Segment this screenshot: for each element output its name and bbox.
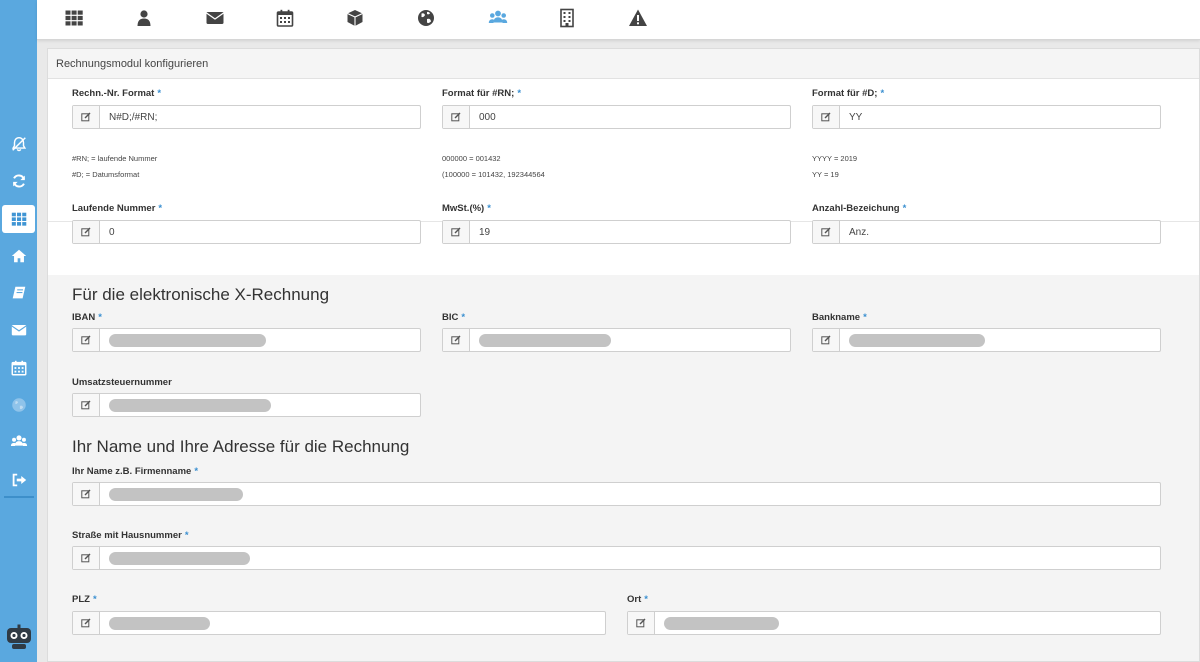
- edit-icon: [73, 106, 100, 128]
- edit-icon: [813, 329, 840, 351]
- ort-redacted: [664, 617, 779, 630]
- name-redacted: [109, 488, 243, 501]
- hint-rn: #RN; = laufende Nummer: [72, 154, 158, 163]
- users-icon[interactable]: [0, 428, 37, 456]
- edit-icon: [73, 483, 100, 505]
- iban-field[interactable]: [72, 328, 421, 352]
- iban-redacted: [109, 334, 266, 347]
- apps-grid-icon[interactable]: [2, 205, 35, 233]
- strasse-field[interactable]: [72, 546, 1161, 570]
- mwst-input[interactable]: 19: [470, 227, 490, 238]
- envelope-icon[interactable]: [202, 7, 228, 29]
- format-d-field[interactable]: YY: [812, 105, 1161, 129]
- hint-yyyy: YYYY = 2019: [812, 154, 858, 163]
- robot-logo-icon: [7, 624, 31, 649]
- sidebar: [0, 0, 37, 662]
- hint-rn-example: 000000 = 001432: [442, 154, 501, 163]
- ort-field[interactable]: [627, 611, 1161, 635]
- sidebar-divider: [4, 496, 34, 498]
- bell-slash-icon[interactable]: [0, 130, 37, 158]
- bankname-field[interactable]: [812, 328, 1161, 352]
- edit-icon: [73, 394, 100, 416]
- edit-icon: [813, 106, 840, 128]
- mwst-label: MwSt.(%) *: [442, 203, 491, 214]
- section-name-adresse: Ihr Name und Ihre Adresse für die Rechnu…: [72, 437, 410, 456]
- iban-label: IBAN *: [72, 312, 102, 323]
- anzahl-field[interactable]: Anz.: [812, 220, 1161, 244]
- strasse-redacted: [109, 552, 250, 565]
- calendar-icon[interactable]: [0, 354, 37, 382]
- bic-field[interactable]: [442, 328, 791, 352]
- edit-icon: [443, 221, 470, 243]
- plz-redacted: [109, 617, 210, 630]
- ust-label: Umsatzsteuernummer: [72, 377, 172, 388]
- edit-icon: [443, 329, 470, 351]
- plz-field[interactable]: [72, 611, 606, 635]
- globe-icon[interactable]: [413, 7, 439, 29]
- edit-icon: [73, 329, 100, 351]
- envelope-icon[interactable]: [0, 316, 37, 344]
- bankname-redacted: [849, 334, 985, 347]
- anzahl-input[interactable]: Anz.: [840, 227, 869, 238]
- mwst-field[interactable]: 19: [442, 220, 791, 244]
- edit-icon: [443, 106, 470, 128]
- hint-rn-example-2: (100000 = 101432, 192344564: [442, 170, 545, 179]
- name-field[interactable]: [72, 482, 1161, 506]
- refresh-icon[interactable]: [0, 167, 37, 195]
- book-icon[interactable]: [0, 279, 37, 307]
- calendar-icon[interactable]: [272, 7, 298, 29]
- edit-icon: [73, 547, 100, 569]
- name-label: Ihr Name z.B. Firmenname *: [72, 466, 199, 477]
- rn-format-field[interactable]: N#D;/#RN;: [72, 105, 421, 129]
- user-icon[interactable]: [131, 7, 157, 29]
- top-navigation: [37, 0, 1200, 40]
- panel-header: Rechnungsmodul konfigurieren: [48, 49, 1199, 79]
- strasse-label: Straße mit Hausnummer *: [72, 530, 189, 541]
- laufende-nummer-field[interactable]: 0: [72, 220, 421, 244]
- users-icon[interactable]: [485, 7, 511, 29]
- edit-icon: [73, 221, 100, 243]
- hint-d: #D; = Datumsformat: [72, 170, 140, 179]
- rn-format-input[interactable]: N#D;/#RN;: [100, 112, 157, 123]
- building-icon[interactable]: [554, 7, 580, 29]
- format-d-input[interactable]: YY: [840, 112, 862, 123]
- cube-icon[interactable]: [342, 7, 368, 29]
- format-d-label: Format für #D; *: [812, 88, 885, 99]
- apps-grid-icon[interactable]: [61, 7, 87, 29]
- warning-icon[interactable]: [625, 7, 651, 29]
- ust-redacted: [109, 399, 271, 412]
- laufende-nummer-label: Laufende Nummer *: [72, 203, 163, 214]
- logout-icon[interactable]: [0, 466, 37, 494]
- section-x-rechnung: Für die elektronische X-Rechnung: [72, 285, 330, 304]
- bic-label: BIC *: [442, 312, 466, 323]
- edit-icon: [813, 221, 840, 243]
- ust-field[interactable]: [72, 393, 421, 417]
- format-rn-label: Format für #RN; *: [442, 88, 522, 99]
- hint-yy: YY = 19: [812, 170, 839, 179]
- format-rn-input[interactable]: 000: [470, 112, 496, 123]
- bic-redacted: [479, 334, 611, 347]
- plz-label: PLZ *: [72, 594, 97, 605]
- globe-icon[interactable]: [0, 391, 37, 419]
- ort-label: Ort *: [627, 594, 648, 605]
- anzahl-label: Anzahl-Bezeichung *: [812, 203, 907, 214]
- home-icon[interactable]: [0, 242, 37, 270]
- laufende-nummer-input[interactable]: 0: [100, 227, 115, 238]
- edit-icon: [628, 612, 655, 634]
- panel-title: Rechnungsmodul konfigurieren: [56, 58, 209, 70]
- format-rn-field[interactable]: 000: [442, 105, 791, 129]
- bankname-label: Bankname *: [812, 312, 867, 323]
- edit-icon: [73, 612, 100, 634]
- rn-format-label: Rechn.-Nr. Format *: [72, 88, 162, 99]
